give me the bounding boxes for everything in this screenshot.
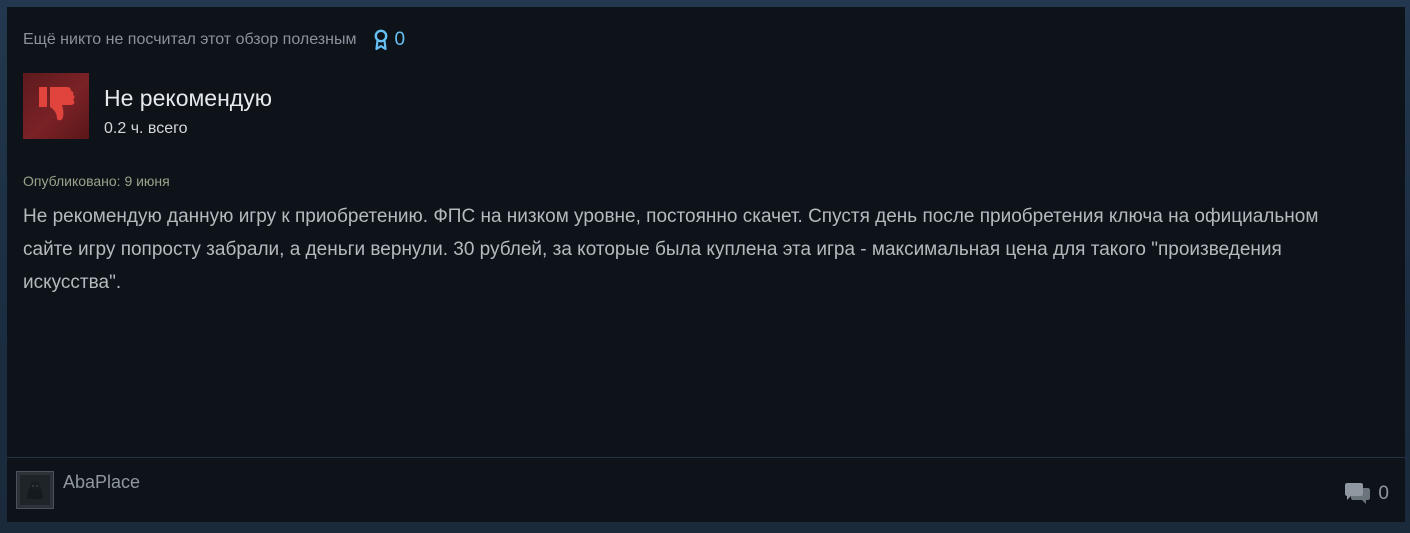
thumbs-down-icon xyxy=(39,87,75,121)
review-text: Не рекомендую данную игру к приобретению… xyxy=(23,206,1319,293)
avatar[interactable] xyxy=(16,471,54,509)
comments-count: 0 xyxy=(1378,483,1389,504)
avatar-image-icon xyxy=(20,475,50,505)
review-footer: AbaPlace 0 xyxy=(7,457,1405,522)
vote-thumb[interactable] xyxy=(23,73,89,139)
award-button[interactable]: 0 xyxy=(374,29,405,51)
author-name[interactable]: AbaPlace xyxy=(63,472,140,493)
award-ribbon-icon xyxy=(375,29,388,51)
comments-button[interactable]: 0 xyxy=(1345,483,1389,505)
playtime-hours: 0.2 ч. всего xyxy=(104,120,188,137)
posted-date: Опубликовано: 9 июня xyxy=(23,173,170,189)
review-verdict[interactable]: Не рекомендую xyxy=(104,85,272,112)
helpful-text: Ещё никто не посчитал этот обзор полезны… xyxy=(23,31,357,48)
helpful-row: Ещё никто не посчитал этот обзор полезны… xyxy=(23,29,405,51)
award-count: 0 xyxy=(394,29,406,50)
page-background: Ещё никто не посчитал этот обзор полезны… xyxy=(0,0,1410,533)
review-card: Ещё никто не посчитал этот обзор полезны… xyxy=(7,7,1405,522)
comment-bubbles-icon xyxy=(1345,483,1371,504)
